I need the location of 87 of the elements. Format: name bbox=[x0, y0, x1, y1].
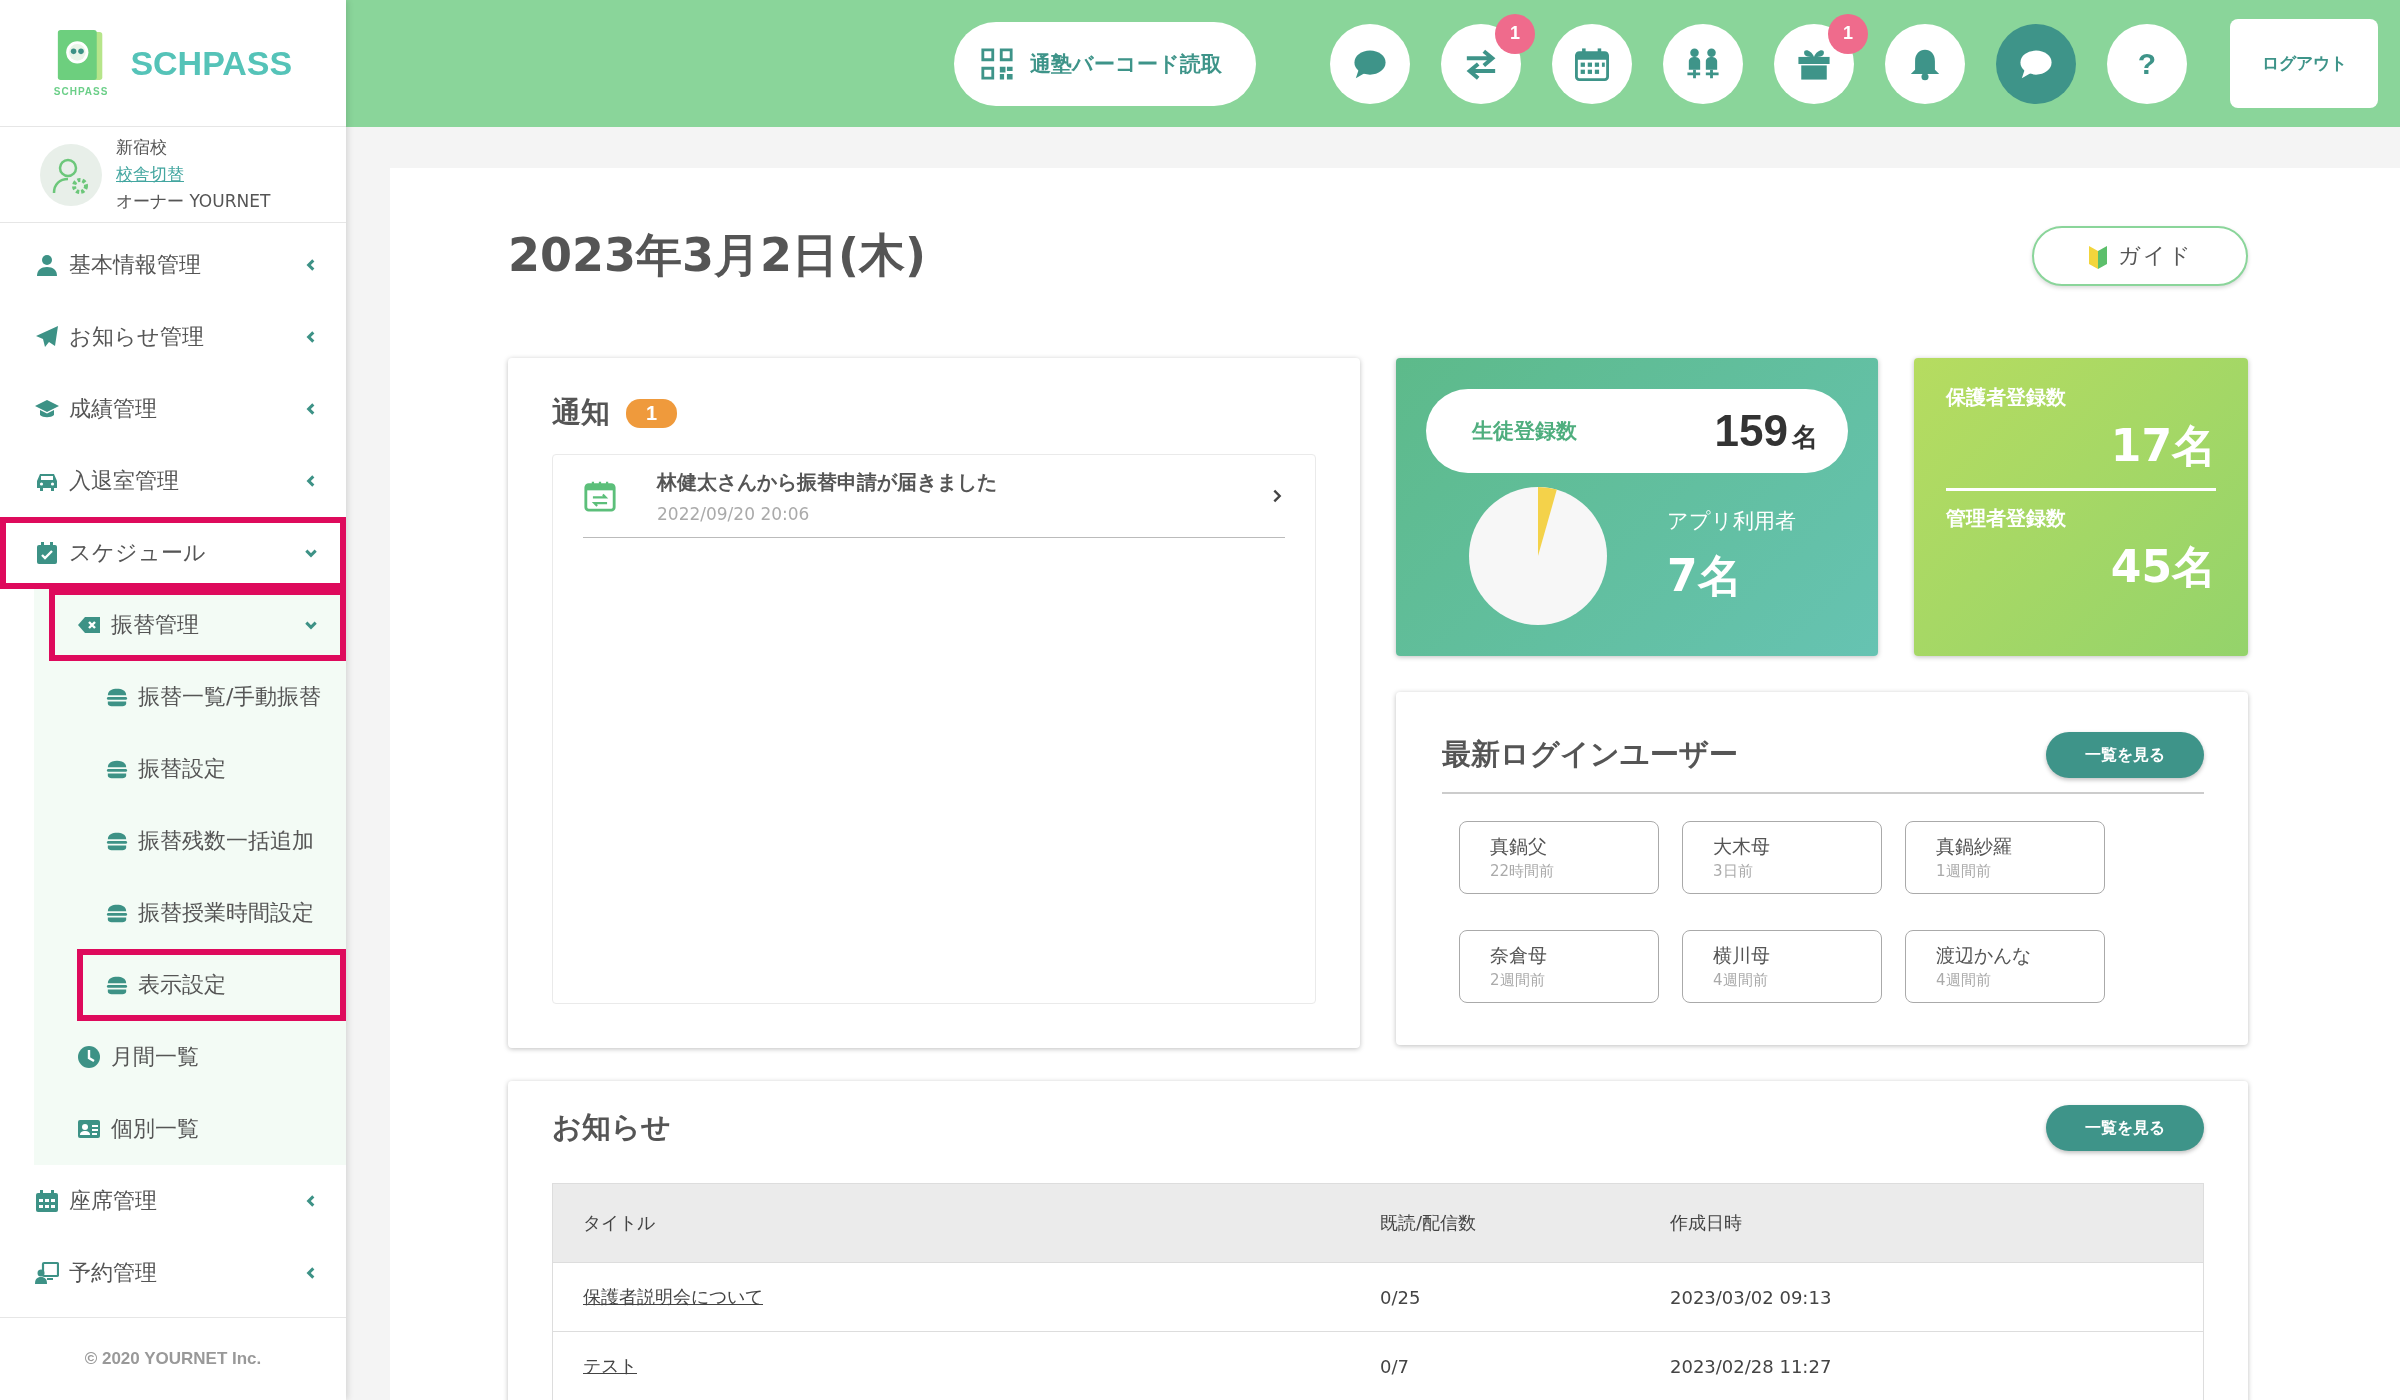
sidebar-item[interactable]: 成績管理 bbox=[0, 373, 346, 445]
table-cell: 2023/03/02 09:13 bbox=[1669, 1262, 2204, 1332]
notification-time: 2022/09/20 20:06 bbox=[657, 503, 811, 524]
count-badge: 1 bbox=[626, 398, 678, 428]
guide-button[interactable]: ガイド bbox=[2032, 226, 2248, 286]
burger-icon bbox=[106, 830, 128, 852]
sidebar-item[interactable]: 個別一覧 bbox=[34, 1093, 346, 1165]
user-chip[interactable]: 渡辺かんな 4週間前 bbox=[1905, 930, 2105, 1003]
brand-name: SCHPASS bbox=[130, 43, 293, 83]
column-header: 既読/配信数 bbox=[1379, 1183, 1669, 1263]
notification-item[interactable]: 林健太さんから振替申請が届きました 2022/09/20 20:06 bbox=[583, 455, 1285, 538]
sidebar-item[interactable]: 座席管理 bbox=[0, 1165, 346, 1237]
stat-label: 管理者登録数 bbox=[1946, 505, 2067, 532]
burger-icon bbox=[106, 686, 128, 708]
view-all-button[interactable]: 一覧を見る bbox=[2046, 1105, 2204, 1151]
sidebar-item[interactable]: 入退室管理 bbox=[0, 445, 346, 517]
sidebar-item[interactable]: 振替授業時間設定 bbox=[77, 877, 346, 949]
presenter-icon bbox=[35, 1261, 59, 1285]
id-card-icon bbox=[77, 1117, 101, 1141]
sidebar-item[interactable]: 予約管理 bbox=[0, 1237, 346, 1309]
stat-value: 159名 bbox=[1714, 406, 1818, 456]
table-cell: 2023/02/28 11:27 bbox=[1669, 1331, 2204, 1400]
notification-badge: 1 bbox=[1828, 13, 1868, 54]
help-button[interactable]: ? bbox=[2107, 23, 2187, 104]
user-name: 大木母 bbox=[1713, 834, 1771, 859]
sidebar-item[interactable]: 基本情報管理 bbox=[0, 229, 346, 301]
login-time: 3日前 bbox=[1713, 862, 1754, 881]
user-chip[interactable]: 奈倉母 2週間前 bbox=[1459, 930, 1659, 1003]
stat-label: 保護者登録数 bbox=[1946, 384, 2067, 411]
stat-label: 生徒登録数 bbox=[1472, 418, 1577, 445]
calendar-check-icon bbox=[35, 541, 59, 565]
clock-icon bbox=[77, 1045, 101, 1069]
user-name: オーナー YOURNET bbox=[116, 190, 271, 213]
burger-icon bbox=[106, 902, 128, 924]
user-chip[interactable]: 横川母 4週間前 bbox=[1682, 930, 1882, 1003]
stat-value: 45名 bbox=[2110, 540, 2216, 594]
user-name: 横川母 bbox=[1713, 943, 1771, 968]
stat-value: 17名 bbox=[2110, 419, 2216, 473]
login-time: 2週間前 bbox=[1490, 971, 1546, 990]
sidebar-item[interactable]: 月間一覧 bbox=[34, 1021, 346, 1093]
date-heading: 2023年3月2日(木) bbox=[508, 227, 927, 284]
login-time: 1週間前 bbox=[1936, 862, 1992, 881]
sidebar-item[interactable]: 振替残数一括追加 bbox=[77, 805, 346, 877]
login-time: 4週間前 bbox=[1936, 971, 1992, 990]
logo-caption: SCHPASS bbox=[53, 85, 109, 97]
user-chip[interactable]: 真鍋紗羅 1週間前 bbox=[1905, 821, 2105, 894]
sidebar-item[interactable]: 振替管理 bbox=[49, 589, 346, 661]
card-title: 通知 bbox=[552, 394, 610, 431]
user-name: 奈倉母 bbox=[1490, 943, 1548, 968]
card-title: お知らせ bbox=[552, 1109, 671, 1146]
logout-button[interactable]: ログアウト bbox=[2230, 19, 2378, 108]
person-icon bbox=[35, 253, 59, 277]
column-header: 作成日時 bbox=[1669, 1183, 2204, 1263]
table-cell: 0/25 bbox=[1379, 1262, 1669, 1332]
people-icon bbox=[1686, 46, 1720, 81]
view-all-button[interactable]: 一覧を見る bbox=[2046, 732, 2204, 778]
notification-message: 林健太さんから振替申請が届きました bbox=[657, 468, 998, 496]
calendar-swap-icon bbox=[583, 479, 617, 513]
app-users-label: アプリ利用者 bbox=[1667, 507, 1796, 535]
barcode-reader-button[interactable]: 通塾バーコード読取 bbox=[954, 21, 1256, 106]
login-time: 4週間前 bbox=[1713, 971, 1769, 990]
user-name: 真鍋父 bbox=[1490, 834, 1548, 859]
news-title-link[interactable]: 保護者説明会について bbox=[583, 1286, 763, 1307]
burger-icon bbox=[106, 974, 128, 996]
paper-plane-icon bbox=[35, 325, 59, 349]
sidebar-item[interactable]: 振替一覧/手動振替 bbox=[77, 661, 346, 733]
login-time: 22時間前 bbox=[1490, 862, 1556, 881]
user-chip[interactable]: 大木母 3日前 bbox=[1682, 821, 1882, 894]
calendar-icon bbox=[1575, 46, 1609, 81]
news-title-link[interactable]: テスト bbox=[583, 1355, 637, 1376]
column-header: タイトル bbox=[552, 1183, 1379, 1263]
burger-icon bbox=[106, 758, 128, 780]
app-users-value: 7名 bbox=[1667, 548, 1743, 603]
user-name: 真鍋紗羅 bbox=[1936, 834, 2013, 859]
calendar-grid-icon bbox=[35, 1189, 59, 1213]
sidebar-item[interactable]: お知らせ管理 bbox=[0, 301, 346, 373]
sidebar-item[interactable]: 振替設定 bbox=[77, 733, 346, 805]
user-name: 渡辺かんな bbox=[1936, 943, 2032, 968]
notification-badge: 1 bbox=[1495, 13, 1535, 54]
table-cell: 0/7 bbox=[1379, 1331, 1669, 1400]
user-chip[interactable]: 真鍋父 22時間前 bbox=[1459, 821, 1659, 894]
sidebar-item[interactable]: スケジュール bbox=[0, 517, 346, 589]
qr-code-icon bbox=[980, 46, 1014, 81]
copyright-text: © 2020 YOURNET Inc. bbox=[0, 1317, 346, 1400]
card-title: 最新ログインユーザー bbox=[1442, 736, 1738, 773]
school-name: 新宿校 bbox=[116, 136, 168, 159]
sidebar-item[interactable]: 表示設定 bbox=[77, 949, 346, 1021]
